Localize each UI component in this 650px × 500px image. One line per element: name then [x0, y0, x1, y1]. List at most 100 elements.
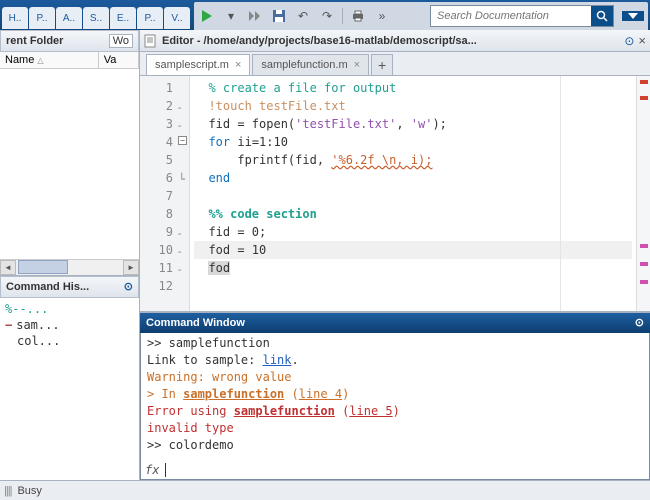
link[interactable]: samplefunction	[183, 387, 284, 401]
history-item[interactable]: col...	[5, 333, 134, 349]
more-buttons-icon[interactable]: »	[373, 7, 391, 25]
cmd-warning: > In samplefunction (line 4)	[147, 386, 643, 403]
search-input[interactable]	[431, 6, 591, 26]
cmd-line: >> samplefunction	[147, 335, 643, 352]
command-window-header[interactable]: Command Window ⊙	[140, 313, 650, 333]
redo-button[interactable]: ↷	[318, 7, 336, 25]
scroll-right-icon[interactable]: ►	[123, 260, 139, 275]
tab-editor[interactable]: E..	[110, 7, 136, 29]
tab-home[interactable]: H..	[2, 7, 28, 29]
history-item[interactable]: −sam...	[5, 317, 134, 333]
cmd-error: invalid type	[147, 420, 643, 437]
folder-columns: Name△ Va	[0, 52, 139, 69]
text-cursor	[165, 463, 166, 477]
history-timestamp[interactable]: %--...	[5, 301, 134, 317]
line-num: 5	[140, 151, 189, 169]
scroll-left-icon[interactable]: ◄	[0, 260, 16, 275]
command-input-row[interactable]: fx	[141, 463, 649, 479]
col-name[interactable]: Name△	[0, 52, 99, 68]
cmd-warning: Warning: wrong value	[147, 369, 643, 386]
workspace-tab[interactable]: Wo	[109, 34, 133, 48]
editor-icon	[144, 34, 158, 48]
current-folder-panel: rent Folder Wo Name△ Va ◄ ►	[0, 30, 139, 276]
message-bar[interactable]	[636, 76, 650, 311]
editor-area: 1 2- 3- 4− 5 6└ 7 8 9- 10- 11- 12 % crea…	[140, 76, 650, 311]
tab-close-icon[interactable]: ×	[354, 59, 360, 71]
run-dropdown-icon[interactable]: ▾	[222, 7, 240, 25]
line-num: 3-	[140, 115, 189, 133]
new-tab-button[interactable]: +	[371, 54, 393, 75]
fx-icon[interactable]: fx	[145, 463, 159, 477]
warning-marker-icon[interactable]	[640, 262, 648, 266]
editor-title: Editor - /home/andy/projects/base16-matl…	[162, 35, 620, 47]
line-num: 1	[140, 79, 189, 97]
command-window-panel: Command Window ⊙ >> samplefunction Link …	[140, 311, 650, 481]
line-gutter[interactable]: 1 2- 3- 4− 5 6└ 7 8 9- 10- 11- 12	[140, 76, 190, 311]
status-text: Busy	[17, 485, 41, 497]
warning-marker-icon[interactable]	[640, 280, 648, 284]
run-button[interactable]	[198, 7, 216, 25]
line-num: 8	[140, 205, 189, 223]
panel-menu-icon[interactable]: ⊙	[635, 316, 644, 329]
current-folder-title: rent Folder	[6, 35, 63, 47]
status-bar: |||| Busy	[0, 480, 650, 500]
command-history-header[interactable]: Command His... ⊙	[0, 276, 139, 298]
error-marker-icon: −	[5, 317, 12, 333]
file-tab-inactive[interactable]: samplefunction.m×	[252, 54, 369, 75]
col-value[interactable]: Va	[99, 52, 139, 68]
line-num: 6└	[140, 169, 189, 187]
file-tab-active[interactable]: samplescript.m×	[146, 54, 250, 75]
command-output[interactable]: >> samplefunction Link to sample: link. …	[141, 333, 649, 464]
panel-menu-icon[interactable]: ⊙	[124, 280, 133, 293]
command-window-body: >> samplefunction Link to sample: link. …	[140, 333, 650, 481]
search-button[interactable]	[591, 6, 613, 26]
tab-publish[interactable]: P..	[137, 7, 163, 29]
cmd-line: >> colordemo	[147, 437, 643, 454]
folder-list[interactable]	[0, 69, 139, 259]
toolstrip-collapse-button[interactable]	[622, 11, 644, 21]
undo-button[interactable]: ↶	[294, 7, 312, 25]
sort-asc-icon: △	[37, 56, 43, 65]
editor-header: Editor - /home/andy/projects/base16-matl…	[140, 30, 650, 52]
busy-spinner-icon: ||||	[4, 485, 11, 497]
left-dock: rent Folder Wo Name△ Va ◄ ► Command His.…	[0, 30, 140, 480]
search-box	[430, 5, 614, 27]
link[interactable]: line 5	[349, 404, 392, 418]
line-num: 10-	[140, 241, 189, 259]
save-button[interactable]	[270, 7, 288, 25]
command-window-title: Command Window	[146, 317, 245, 329]
editor-close-button[interactable]: ×	[638, 33, 646, 48]
line-num: 7	[140, 187, 189, 205]
top-toolstrip: H.. P.. A.. S.. E.. P.. V.. ▾ ↶ ↷ »	[0, 0, 650, 30]
link[interactable]: line 4	[299, 387, 342, 401]
editor-menu-icon[interactable]: ⊙	[624, 34, 634, 48]
command-history-title: Command His...	[6, 281, 89, 293]
tab-view[interactable]: V..	[164, 7, 190, 29]
scroll-thumb[interactable]	[18, 260, 68, 274]
print-button[interactable]	[349, 7, 367, 25]
warning-marker-icon[interactable]	[640, 244, 648, 248]
line-num: 11-	[140, 259, 189, 277]
cmd-line: Link to sample: link.	[147, 352, 643, 369]
link[interactable]: samplefunction	[234, 404, 335, 418]
tab-shortcuts[interactable]: S..	[83, 7, 109, 29]
link[interactable]: link	[263, 353, 292, 367]
folder-hscrollbar[interactable]: ◄ ►	[0, 259, 139, 275]
fold-icon[interactable]: −	[178, 136, 187, 145]
line-num: 12	[140, 277, 189, 295]
quick-access-toolbar: ▾ ↶ ↷ »	[194, 2, 648, 30]
error-marker-icon[interactable]	[640, 96, 648, 100]
code-editor[interactable]: % create a file for output !touch testFi…	[190, 76, 636, 311]
error-marker-icon[interactable]	[640, 80, 648, 84]
right-area: Editor - /home/andy/projects/base16-matl…	[140, 30, 650, 480]
command-history-list[interactable]: %--... −sam... col...	[0, 298, 139, 480]
run-advance-button[interactable]	[246, 7, 264, 25]
tab-plots[interactable]: P..	[29, 7, 55, 29]
tab-apps[interactable]: A..	[56, 7, 82, 29]
current-folder-header[interactable]: rent Folder Wo	[0, 30, 139, 52]
command-history-panel: Command His... ⊙ %--... −sam... col...	[0, 276, 139, 480]
line-num: 2-	[140, 97, 189, 115]
scroll-track[interactable]	[70, 260, 123, 275]
tab-close-icon[interactable]: ×	[235, 59, 241, 71]
toolstrip-tabs: H.. P.. A.. S.. E.. P.. V..	[0, 0, 192, 30]
